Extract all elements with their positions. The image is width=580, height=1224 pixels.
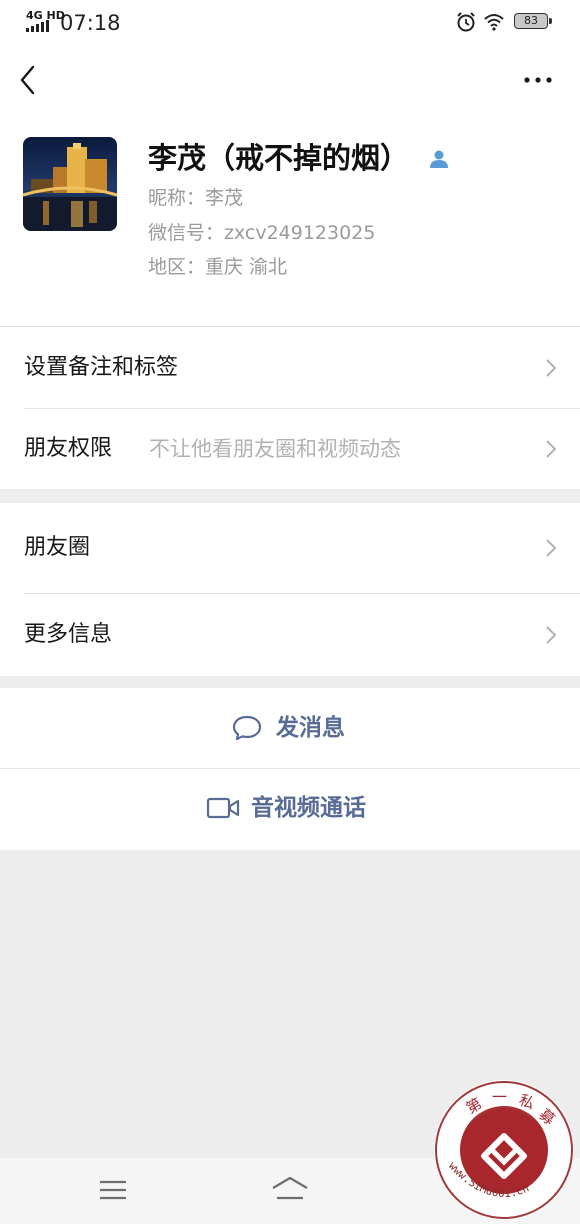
clock: 07:18 <box>60 11 121 35</box>
wechat-id-text: 微信号：zxcv249123025 <box>148 222 376 244</box>
moments-label: 朋友圈 <box>24 535 91 560</box>
home-icon[interactable] <box>270 1174 310 1204</box>
moments-group: 朋友圈 更多信息 <box>0 503 580 676</box>
send-message-button[interactable]: 发消息 <box>0 688 580 768</box>
friend-permission-label: 朋友权限 <box>24 436 113 461</box>
moments-row[interactable]: 朋友圈 <box>0 503 580 593</box>
remark-tags-row[interactable]: 设置备注和标签 <box>0 327 580 408</box>
watermark-logo: 第 一 私 募 www.SiMu001.cn <box>434 1080 574 1220</box>
wifi-icon <box>484 14 504 31</box>
chevron-right-icon <box>546 539 557 557</box>
region-text: 地区：重庆 渝北 <box>148 256 288 278</box>
more-icon[interactable] <box>520 68 556 92</box>
signal-icon <box>26 20 49 32</box>
chevron-right-icon <box>546 626 557 644</box>
nickname-text: 昵称：李茂 <box>148 187 244 209</box>
video-camera-icon <box>206 797 240 819</box>
av-call-label: 音视频通话 <box>251 795 366 821</box>
battery-tip <box>549 18 552 24</box>
menu-icon[interactable] <box>98 1178 128 1202</box>
chevron-right-icon <box>546 359 557 377</box>
remark-tags-label: 设置备注和标签 <box>24 355 179 380</box>
profile-header: 李茂（戒不掉的烟） 昵称：李茂 微信号：zxcv249123025 地区：重庆 … <box>0 116 580 327</box>
friend-icon <box>430 150 448 168</box>
battery-level: 83 <box>514 13 548 29</box>
actions-group: 发消息 音视频通话 <box>0 688 580 850</box>
battery-indicator: 83 <box>514 13 552 31</box>
status-bar: 4G HD 07:18 83 <box>0 0 580 46</box>
chevron-right-icon <box>546 440 557 458</box>
avatar[interactable] <box>23 137 117 231</box>
chat-bubble-icon <box>232 715 262 741</box>
more-info-label: 更多信息 <box>24 622 113 647</box>
back-icon[interactable] <box>14 62 44 98</box>
settings-group: 设置备注和标签 朋友权限 不让他看朋友圈和视频动态 <box>0 327 580 489</box>
contact-name: 李茂（戒不掉的烟） <box>148 141 410 175</box>
av-call-button[interactable]: 音视频通话 <box>0 769 580 850</box>
alarm-icon <box>457 12 475 32</box>
friend-permission-row[interactable]: 朋友权限 不让他看朋友圈和视频动态 <box>0 409 580 489</box>
friend-permission-value: 不让他看朋友圈和视频动态 <box>149 437 401 461</box>
nav-bar <box>0 46 580 116</box>
send-message-label: 发消息 <box>276 715 345 741</box>
svg-text:一: 一 <box>492 1088 507 1106</box>
more-info-row[interactable]: 更多信息 <box>0 594 580 676</box>
